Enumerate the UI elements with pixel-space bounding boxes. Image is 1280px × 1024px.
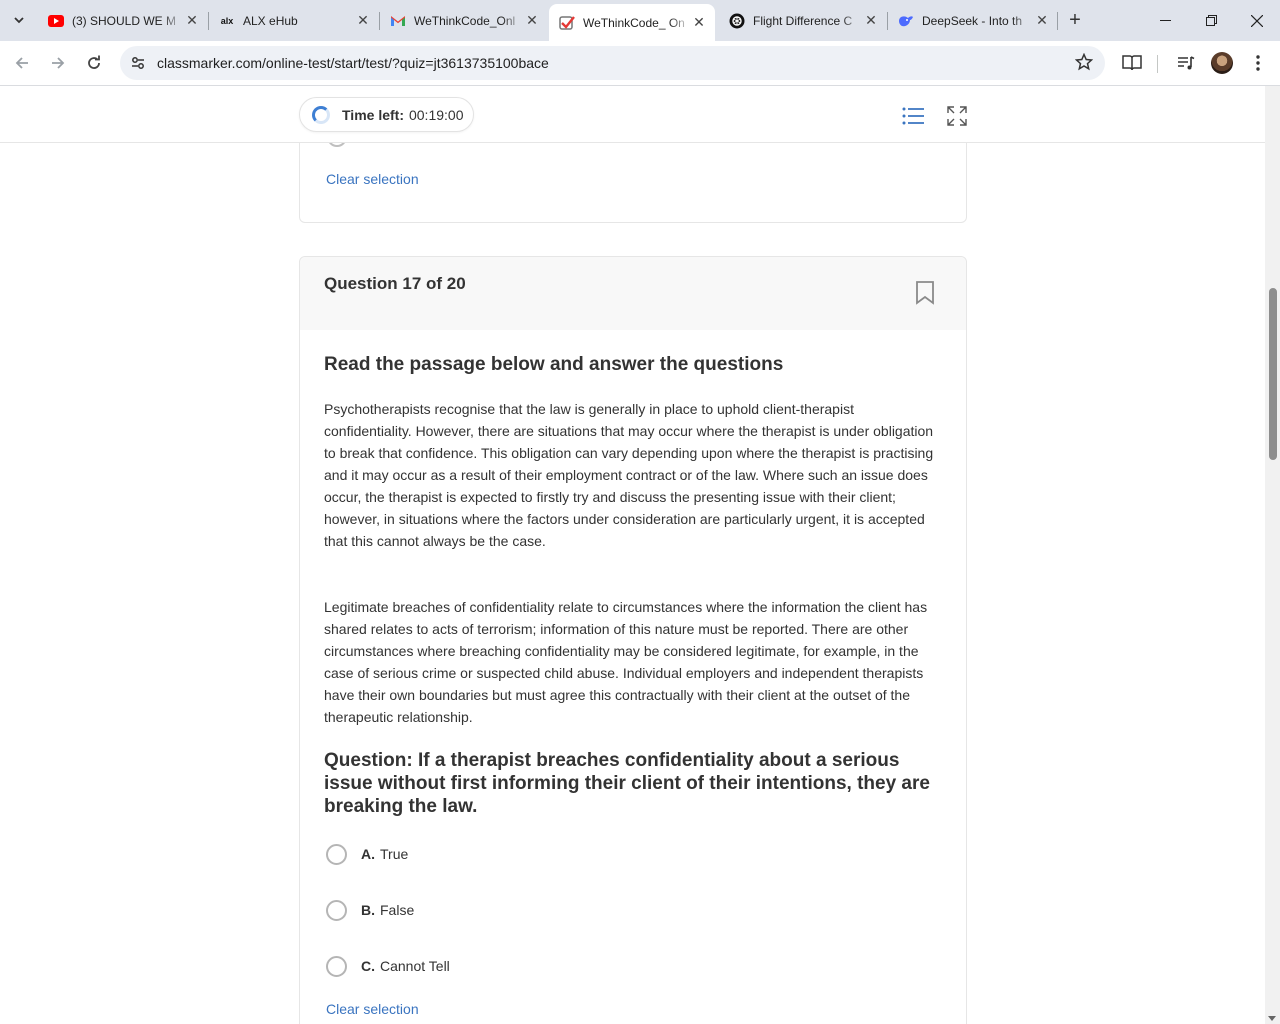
tab-strip: (3) SHOULD WE M ✕ alx ALX eHub ✕ WeThink… (0, 0, 1280, 41)
passage-paragraph: Legitimate breaches of confidentiality r… (324, 599, 928, 725)
tab-chatgpt[interactable]: Flight Difference C ✕ (719, 6, 887, 35)
restore-button[interactable] (1188, 0, 1234, 41)
back-arrow-icon (15, 57, 28, 69)
time-left-badge: Time left: 00:19:00 (299, 97, 474, 132)
deepseek-icon (898, 13, 914, 29)
passage-title: Read the passage below and answer the qu… (324, 354, 784, 375)
address-bar[interactable]: classmarker.com/online-test/start/test/?… (120, 46, 1105, 80)
new-tab-button[interactable]: + (1063, 8, 1087, 32)
clear-selection-link[interactable]: Clear selection (326, 1001, 419, 1017)
tab-separator (1057, 12, 1058, 30)
radio-button[interactable] (326, 955, 347, 977)
minimize-icon (1159, 20, 1171, 21)
bookmark-icon[interactable] (915, 281, 935, 310)
option-letter: C. (361, 958, 375, 974)
tab-title: WeThinkCode_ On (583, 15, 685, 30)
passage-paragraph: Psychotherapists recognise that the law … (324, 401, 934, 549)
tab-title: (3) SHOULD WE M (72, 13, 177, 28)
close-tab-icon[interactable]: ✕ (1034, 12, 1050, 29)
minimize-button[interactable] (1142, 0, 1188, 41)
clear-selection-link[interactable]: Clear selection (326, 171, 419, 187)
chevron-down-icon (14, 17, 24, 24)
answer-option-c[interactable]: C. Cannot Tell (326, 955, 450, 977)
radio-button[interactable] (326, 843, 347, 865)
bookmark-star-icon[interactable] (1074, 52, 1094, 76)
time-left-label: Time left: (342, 106, 404, 123)
avatar (1211, 52, 1233, 74)
site-settings-icon[interactable] (128, 53, 148, 73)
toolbar-divider (1157, 55, 1158, 73)
close-tab-icon[interactable]: ✕ (184, 12, 200, 29)
gmail-icon (390, 13, 406, 29)
answer-option-b[interactable]: B. False (326, 899, 414, 921)
plus-icon: + (1069, 8, 1081, 31)
option-text: Cannot Tell (380, 958, 450, 974)
book-icon (1122, 55, 1142, 71)
tab-title: WeThinkCode_Onl (414, 13, 516, 28)
close-window-button[interactable] (1234, 0, 1280, 41)
option-text: True (380, 846, 409, 862)
forward-button[interactable] (44, 49, 72, 77)
tab-deepseek[interactable]: DeepSeek - Into th ✕ (888, 6, 1058, 35)
quiz-page: Clear selection Time left: 00:19:00 Ques… (0, 86, 1280, 1024)
question-prompt: Question: If a therapist breaches confid… (324, 750, 930, 817)
close-tab-icon[interactable]: ✕ (691, 14, 707, 31)
reading-mode-button[interactable] (1119, 50, 1145, 76)
scrollbar-thumb[interactable] (1269, 288, 1277, 460)
close-tab-icon[interactable]: ✕ (863, 12, 879, 29)
profile-button[interactable] (1209, 50, 1235, 76)
answer-option-a[interactable]: A. True (326, 843, 408, 865)
tab-gmail[interactable]: WeThinkCode_Onl ✕ (380, 6, 548, 35)
tab-classmarker-active[interactable]: WeThinkCode_ On ✕ (549, 4, 715, 41)
question-list-button[interactable] (901, 104, 925, 128)
chatgpt-icon (729, 13, 745, 29)
close-tab-icon[interactable]: ✕ (355, 12, 371, 29)
browser-menu-button[interactable] (1245, 50, 1271, 76)
tab-title: Flight Difference C (753, 13, 853, 28)
reload-button[interactable] (80, 49, 108, 77)
reload-icon (88, 55, 100, 69)
alx-icon: alx (220, 15, 234, 26)
quiz-header-bar: Time left: 00:19:00 (0, 86, 1265, 143)
option-letter: A. (361, 846, 375, 862)
media-queue-icon (1178, 56, 1195, 70)
tab-search-button[interactable] (6, 8, 32, 32)
more-vertical-icon (1256, 55, 1260, 71)
question-card: Question 17 of 20 Read the passage below… (299, 256, 967, 1024)
url-text: classmarker.com/online-test/start/test/?… (157, 55, 549, 71)
forward-arrow-icon (52, 57, 65, 69)
tab-title: DeepSeek - Into th (922, 13, 1023, 28)
fullscreen-button[interactable] (945, 104, 969, 128)
fullscreen-icon (947, 106, 967, 126)
radio-button[interactable] (326, 899, 347, 921)
time-left-value: 00:19:00 (408, 106, 464, 123)
checkmark-icon (559, 15, 575, 31)
tab-alx[interactable]: alx ALX eHub ✕ (209, 6, 379, 35)
list-icon (902, 107, 924, 125)
option-letter: B. (361, 902, 375, 918)
media-controls-button[interactable] (1173, 50, 1199, 76)
back-button[interactable] (8, 49, 36, 77)
browser-toolbar: classmarker.com/online-test/start/test/?… (0, 41, 1280, 86)
close-tab-icon[interactable]: ✕ (524, 12, 540, 29)
option-text: False (380, 902, 415, 918)
close-icon (1251, 14, 1263, 27)
scroll-down-arrow-icon[interactable] (1268, 1016, 1276, 1021)
tab-title: ALX eHub (243, 13, 298, 28)
question-card-header: Question 17 of 20 (300, 257, 966, 330)
page-scrollbar[interactable] (1265, 86, 1280, 1024)
youtube-icon (48, 13, 64, 29)
tab-youtube[interactable]: (3) SHOULD WE M ✕ (38, 6, 208, 35)
timer-spinner-icon (312, 105, 330, 124)
question-number: Question 17 of 20 (324, 274, 466, 293)
restore-icon (1205, 15, 1217, 26)
